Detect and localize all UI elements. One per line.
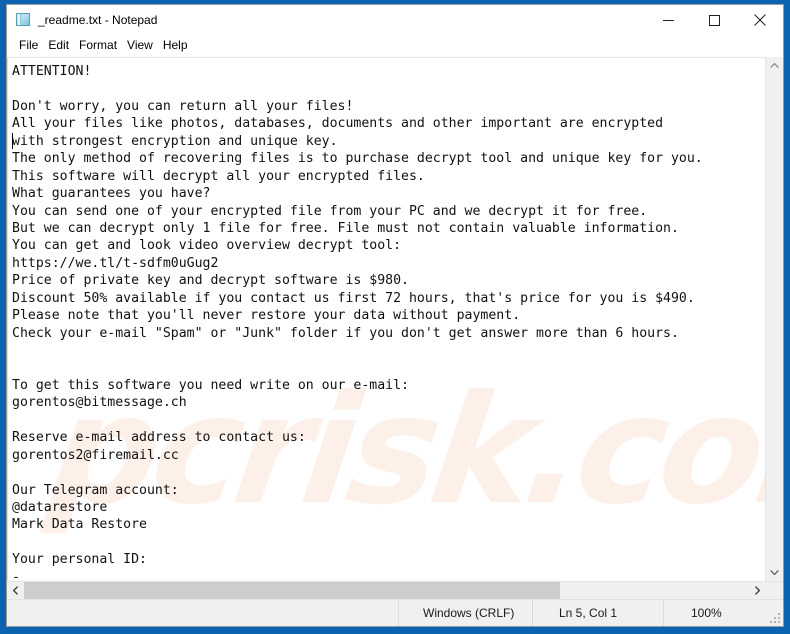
maximize-button[interactable] [691, 5, 737, 35]
menu-item-view[interactable]: View [122, 37, 158, 54]
menu-item-format[interactable]: Format [74, 37, 122, 54]
status-zoom-level: 100% [691, 606, 722, 620]
title-bar-left: _readme.txt - Notepad [7, 5, 157, 35]
text-line: gorentos@bitmessage.ch [12, 395, 187, 411]
text-line: https://we.tl/t-sdfm0uGug2 [12, 255, 219, 271]
document-text[interactable]: ATTENTION! Don't worry, you can return al… [8, 58, 765, 581]
notepad-window: _readme.txt - Notepad File Edit Format V… [6, 4, 784, 627]
window-title: _readme.txt - Notepad [38, 13, 158, 27]
horizontal-scroll-thumb[interactable] [24, 582, 560, 599]
editor-region: pcrisk.com ATTENTION! Don't worry, you ca… [7, 56, 783, 599]
menu-bar: File Edit Format View Help [7, 35, 783, 56]
menu-item-help[interactable]: Help [158, 37, 193, 54]
text-line: @datarestore [12, 499, 108, 515]
close-button[interactable] [737, 5, 783, 35]
close-icon [754, 14, 766, 26]
text-line: What guarantees you have? [12, 186, 211, 202]
menu-item-edit[interactable]: Edit [43, 37, 74, 54]
text-line [12, 342, 765, 359]
text-line [12, 80, 765, 97]
text-line: Your personal ID: [12, 552, 147, 568]
text-line: To get this software you need write on o… [12, 377, 409, 393]
scroll-up-button[interactable] [766, 57, 783, 74]
text-line: Discount 50% available if you contact us… [12, 290, 695, 306]
text-line: You can send one of your encrypted file … [12, 203, 648, 219]
text-line: Our Telegram account: [12, 482, 179, 498]
maximize-icon [708, 14, 720, 26]
scroll-right-button[interactable] [749, 582, 766, 599]
scrollbar-corner [766, 582, 783, 599]
horizontal-scroll-track[interactable] [24, 582, 749, 599]
chevron-down-icon [770, 570, 779, 575]
scroll-down-button[interactable] [766, 564, 783, 581]
status-empty-cell [7, 600, 399, 626]
scroll-left-button[interactable] [7, 582, 24, 599]
menu-item-file[interactable]: File [14, 37, 43, 54]
text-line [12, 412, 765, 429]
title-bar[interactable]: _readme.txt - Notepad [7, 5, 783, 35]
text-line: Reserve e-mail address to contact us: [12, 430, 306, 446]
text-line: Price of private key and decrypt softwar… [12, 273, 409, 289]
vertical-scrollbar[interactable] [765, 57, 783, 581]
notepad-document-icon [15, 12, 32, 28]
status-bar: Windows (CRLF) Ln 5, Col 1 100% [7, 599, 783, 626]
text-line: You can get and look video overview decr… [12, 238, 402, 254]
text-line: - [12, 569, 20, 581]
text-line: Mark Data Restore [12, 517, 147, 533]
window-controls [645, 5, 783, 35]
text-line: Don't worry, you can return all your fil… [12, 98, 354, 114]
text-line: But we can decrypt only 1 file for free.… [12, 220, 679, 236]
desktop-background: _readme.txt - Notepad File Edit Format V… [0, 0, 790, 634]
horizontal-scrollbar[interactable] [7, 581, 783, 599]
chevron-left-icon [12, 586, 18, 595]
text-line: The only method of recovering files is t… [12, 151, 703, 167]
editor-row: pcrisk.com ATTENTION! Don't worry, you ca… [7, 57, 783, 581]
minimize-button[interactable] [645, 5, 691, 35]
text-caret [12, 133, 13, 149]
status-line-ending: Windows (CRLF) [399, 600, 533, 626]
minimize-icon [662, 19, 674, 21]
text-line: Check your e-mail "Spam" or "Junk" folde… [12, 325, 679, 341]
resize-grip-icon[interactable] [770, 613, 780, 623]
text-line [12, 534, 765, 551]
text-line: This software will decrypt all your encr… [12, 168, 425, 184]
text-line: ATTENTION! [12, 64, 92, 79]
text-line [12, 464, 765, 481]
text-line [12, 359, 765, 376]
chevron-up-icon [770, 63, 779, 68]
chevron-right-icon [755, 586, 761, 595]
text-line: Please note that you'll never restore yo… [12, 308, 521, 324]
status-cursor-position: Ln 5, Col 1 [533, 600, 664, 626]
text-editor[interactable]: pcrisk.com ATTENTION! Don't worry, you ca… [7, 57, 765, 581]
text-line: gorentos2@firemail.cc [12, 447, 179, 463]
text-line: All your files like photos, databases, d… [12, 116, 664, 132]
text-line: with strongest encryption and unique key… [12, 133, 338, 149]
